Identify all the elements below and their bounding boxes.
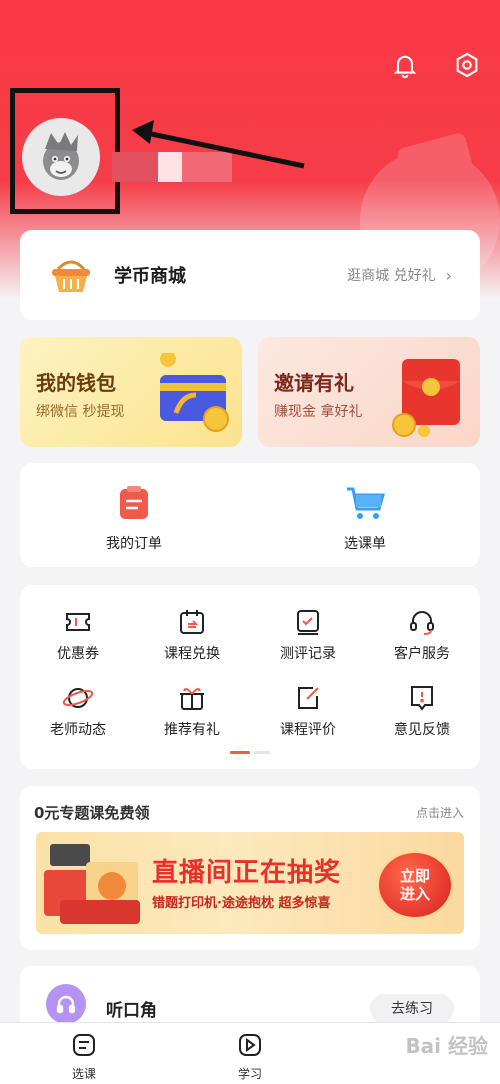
invite-subtitle: 赚现金 拿好礼 — [274, 404, 363, 420]
edit-icon — [298, 687, 319, 709]
course-exchange-button[interactable]: 课程兑换 — [142, 607, 242, 663]
prize-illustration — [44, 844, 140, 924]
coin-mall-title: 学币商城 — [114, 266, 186, 287]
practice-button[interactable]: 去练习 — [370, 994, 454, 1024]
teacher-news-button[interactable]: 老师动态 — [28, 683, 128, 739]
cart-icon — [347, 487, 385, 519]
free-course-link[interactable]: 点击进入 — [416, 804, 464, 821]
coupon-icon — [66, 613, 90, 631]
customer-service-label: 客户服务 — [394, 646, 450, 662]
invite-card[interactable]: 邀请有礼 赚现金 拿好礼 — [258, 337, 480, 447]
assessment-icon — [297, 610, 319, 635]
feedback-icon — [411, 686, 433, 711]
referral-gift-label: 推荐有礼 — [164, 722, 220, 738]
tab-study-label: 学习 — [237, 1067, 262, 1081]
enter-now-button[interactable]: 立即 进入 — [376, 850, 454, 920]
listening-title: 听口角 — [106, 1001, 157, 1021]
notification-button[interactable] — [388, 48, 422, 82]
free-course-title: 0元专题课免费领 — [34, 804, 150, 822]
free-course-card: 0元专题课免费领 点击进入 直播间正在抽奖 错题打印机·途途抱枕 超多惊喜 立即… — [20, 786, 480, 950]
enter-now-label: 立即 进入 — [399, 867, 430, 903]
coin-mall-link[interactable]: 逛商城 兑好礼 — [347, 265, 435, 285]
course-select-icon — [73, 1034, 95, 1056]
banner-subtitle: 错题打印机·途途抱枕 超多惊喜 — [152, 896, 331, 911]
tab-course-select[interactable]: 选课 — [44, 1031, 124, 1082]
bell-icon — [393, 55, 417, 79]
pointer-arrow — [132, 120, 305, 169]
my-orders-label: 我的订单 — [106, 536, 162, 552]
red-envelope-icon — [392, 359, 460, 437]
assessment-record-button[interactable]: 测评记录 — [258, 607, 358, 663]
live-lottery-banner[interactable]: 直播间正在抽奖 错题打印机·途途抱枕 超多惊喜 立即 进入 — [36, 832, 464, 934]
banner-title: 直播间正在抽奖 — [152, 858, 342, 888]
tab-study[interactable]: 学习 — [210, 1031, 290, 1082]
planet-icon — [62, 688, 94, 708]
coupon-button[interactable]: 优惠券 — [28, 607, 128, 663]
invite-title: 邀请有礼 — [274, 371, 354, 395]
gift-icon — [180, 688, 204, 710]
gear-icon — [456, 52, 478, 78]
avatar[interactable] — [22, 118, 100, 196]
settings-button[interactable] — [450, 48, 484, 82]
order-icon — [120, 486, 148, 519]
customer-service-button[interactable]: 客户服务 — [372, 607, 472, 663]
play-icon — [239, 1034, 261, 1056]
chevron-right-icon: › — [445, 265, 452, 285]
watermark: Bai 经验 — [405, 1034, 488, 1058]
calendar-exchange-icon — [180, 610, 204, 634]
teacher-news-label: 老师动态 — [50, 722, 106, 738]
services-grid: 优惠券 课程兑换 测评记录 客户服务 老师动态 推荐有礼 课程评价 意见反馈 — [20, 585, 480, 769]
feedback-button[interactable]: 意见反馈 — [372, 683, 472, 739]
orders-card: 我的订单 选课单 — [20, 463, 480, 567]
assessment-record-label: 测评记录 — [280, 646, 336, 662]
course-review-label: 课程评价 — [280, 722, 336, 738]
wallet-title: 我的钱包 — [36, 371, 116, 395]
headphone-icon — [46, 984, 86, 1024]
tab-course-select-label: 选课 — [71, 1067, 96, 1081]
course-review-button[interactable]: 课程评价 — [258, 683, 358, 739]
course-exchange-label: 课程兑换 — [164, 646, 220, 662]
wallet-subtitle: 绑微信 秒提现 — [36, 404, 125, 420]
basket-icon — [52, 260, 90, 292]
course-cart-label: 选课单 — [344, 536, 386, 552]
my-orders-button[interactable]: 我的订单 — [74, 485, 194, 553]
coupon-label: 优惠券 — [57, 646, 99, 662]
coin-mall-card[interactable]: 学币商城 逛商城 兑好礼 › — [20, 230, 480, 320]
page-indicator — [230, 751, 270, 754]
course-cart-button[interactable]: 选课单 — [305, 485, 425, 553]
feedback-label: 意见反馈 — [394, 722, 450, 738]
referral-gift-button[interactable]: 推荐有礼 — [142, 683, 242, 739]
wallet-card[interactable]: 我的钱包 绑微信 秒提现 — [20, 337, 242, 447]
avatar-mascot-icon — [43, 132, 79, 180]
wallet-card-icon — [160, 353, 229, 432]
headset-icon — [410, 611, 434, 635]
